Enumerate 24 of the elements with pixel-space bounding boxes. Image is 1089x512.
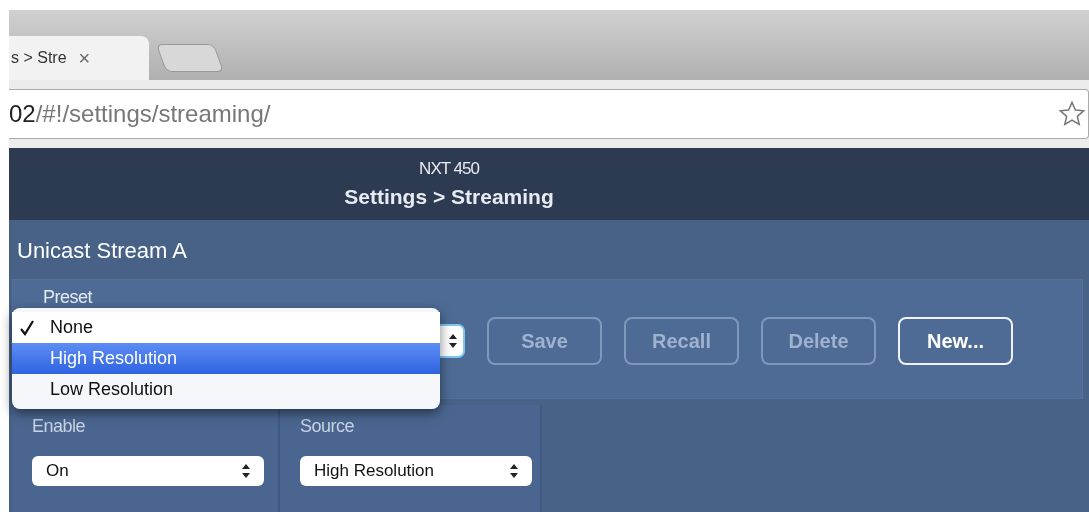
select-arrows-icon bbox=[242, 464, 250, 478]
close-tab-button[interactable]: × bbox=[78, 43, 91, 73]
field-label: Preset bbox=[43, 286, 94, 309]
star-icon[interactable] bbox=[1058, 100, 1086, 128]
device-name: NXT 450 bbox=[419, 157, 479, 180]
page-title: Settings > Streaming bbox=[344, 184, 554, 210]
tab-title: s > Stre bbox=[11, 48, 67, 68]
dropdown-option[interactable]: Low Resolution bbox=[12, 374, 440, 405]
section-title: Unicast Stream A bbox=[16, 237, 188, 265]
dropdown-option[interactable]: High Resolution bbox=[12, 343, 440, 374]
check-icon bbox=[20, 319, 34, 336]
address-field[interactable]: 02/#!/settings/streaming/ bbox=[9, 89, 1089, 139]
select-arrows-icon bbox=[449, 334, 457, 348]
browser-tab[interactable]: s > Stre × bbox=[9, 36, 149, 80]
preset-button[interactable]: New... bbox=[898, 317, 1013, 365]
field-label: Source bbox=[300, 415, 356, 438]
field-label: Enable bbox=[32, 415, 87, 438]
url-text: 02/#!/settings/streaming/ bbox=[9, 99, 271, 129]
select-field[interactable]: High Resolution bbox=[300, 456, 532, 486]
select-field[interactable]: On bbox=[32, 456, 264, 486]
select-value: High Resolution bbox=[314, 460, 434, 483]
select-value: On bbox=[46, 460, 69, 483]
select-arrows-icon bbox=[510, 464, 518, 478]
dropdown-option[interactable]: None bbox=[12, 312, 440, 343]
